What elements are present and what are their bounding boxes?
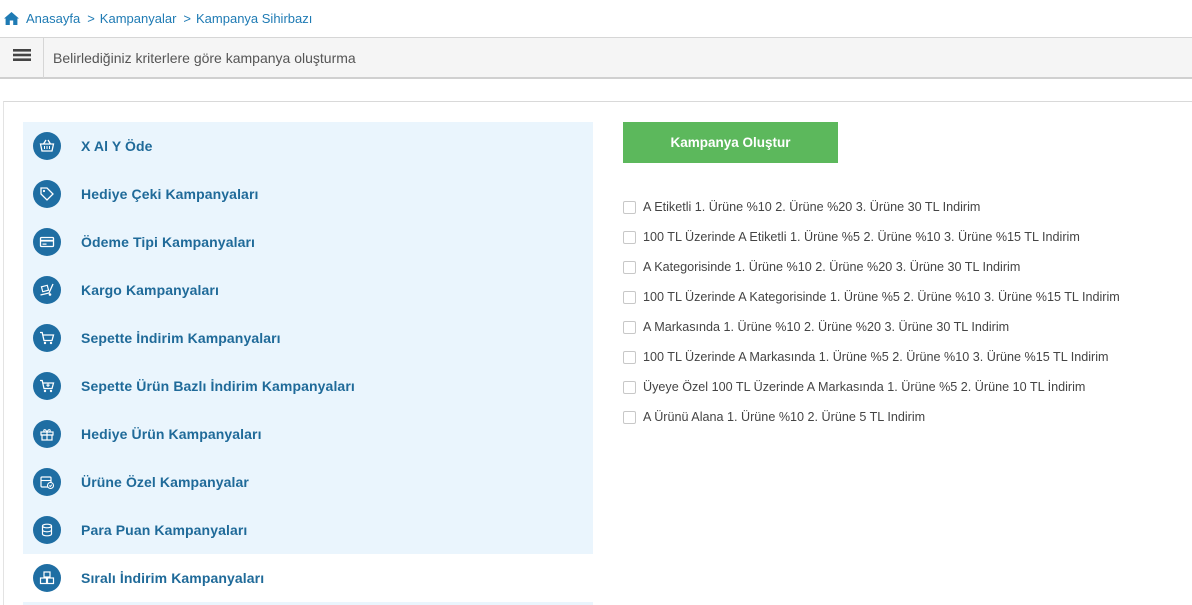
option-checkbox[interactable] [623, 410, 636, 424]
option-checkbox[interactable] [623, 230, 636, 244]
campaign-type-x-al-y-ode[interactable]: X Al Y Öde [23, 122, 593, 170]
campaign-options-list: A Etiketli 1. Ürüne %10 2. Ürüne %20 3. … [623, 192, 1183, 432]
option-label: A Etiketli 1. Ürüne %10 2. Ürüne %20 3. … [643, 200, 981, 214]
campaign-option[interactable]: A Kategorisinde 1. Ürüne %10 2. Ürüne %2… [623, 252, 1183, 282]
campaign-type-label: Kargo Kampanyaları [81, 282, 219, 298]
stacked-boxes-icon [33, 564, 61, 592]
campaign-type-product-specific[interactable]: Ürüne Özel Kampanyalar [23, 458, 593, 506]
campaign-option[interactable]: 100 TL Üzerinde A Markasında 1. Ürüne %5… [623, 342, 1183, 372]
coins-icon [33, 516, 61, 544]
campaign-type-label: Hediye Çeki Kampanyaları [81, 186, 259, 202]
gift-icon [33, 420, 61, 448]
breadcrumb: Anasayfa > Kampanyalar > Kampanya Sihirb… [0, 0, 1192, 37]
cart-icon [33, 324, 61, 352]
campaign-type-label: Sepette İndirim Kampanyaları [81, 330, 281, 346]
option-label: A Ürünü Alana 1. Ürüne %10 2. Ürüne 5 TL… [643, 410, 926, 424]
campaign-type-sequential-discount[interactable]: Sıralı İndirim Kampanyaları [23, 554, 593, 602]
campaign-option[interactable]: 100 TL Üzerinde A Etiketli 1. Ürüne %5 2… [623, 222, 1183, 252]
option-label: 100 TL Üzerinde A Markasında 1. Ürüne %5… [643, 350, 1109, 364]
hamburger-icon [12, 48, 31, 67]
create-campaign-button[interactable]: Kampanya Oluştur [623, 122, 838, 163]
option-checkbox[interactable] [623, 200, 636, 214]
campaign-type-gift-product[interactable]: Hediye Ürün Kampanyaları [23, 410, 593, 458]
campaign-type-label: Sepette Ürün Bazlı İndirim Kampanyaları [81, 378, 355, 394]
campaign-type-label: Hediye Ürün Kampanyaları [81, 426, 262, 442]
campaign-option[interactable]: Üyeye Özel 100 TL Üzerinde A Markasında … [623, 372, 1183, 402]
campaign-type-money-points[interactable]: Para Puan Kampanyaları [23, 506, 593, 554]
breadcrumb-campaigns-link[interactable]: Kampanyalar [100, 11, 177, 26]
credit-card-icon [33, 228, 61, 256]
campaign-option[interactable]: A Markasında 1. Ürüne %10 2. Ürüne %20 3… [623, 312, 1183, 342]
breadcrumb-wizard-link[interactable]: Kampanya Sihirbazı [196, 11, 312, 26]
campaign-type-shipping[interactable]: Kargo Kampanyaları [23, 266, 593, 314]
option-checkbox[interactable] [623, 320, 636, 334]
cart-plus-icon [33, 372, 61, 400]
campaign-type-gift-voucher[interactable]: Hediye Çeki Kampanyaları [23, 170, 593, 218]
option-label: 100 TL Üzerinde A Kategorisinde 1. Ürüne… [643, 290, 1120, 304]
campaign-type-payment[interactable]: Ödeme Tipi Kampanyaları [23, 218, 593, 266]
campaign-type-label: X Al Y Öde [81, 138, 153, 154]
campaign-option[interactable]: 100 TL Üzerinde A Kategorisinde 1. Ürüne… [623, 282, 1183, 312]
option-checkbox[interactable] [623, 350, 636, 364]
option-checkbox[interactable] [623, 290, 636, 304]
option-checkbox[interactable] [623, 380, 636, 394]
option-label: 100 TL Üzerinde A Etiketli 1. Ürüne %5 2… [643, 230, 1080, 244]
option-label: A Markasında 1. Ürüne %10 2. Ürüne %20 3… [643, 320, 1010, 334]
campaign-type-label: Sıralı İndirim Kampanyaları [81, 570, 265, 586]
breadcrumb-home-link[interactable]: Anasayfa [26, 11, 80, 26]
campaign-option[interactable]: A Ürünü Alana 1. Ürüne %10 2. Ürüne 5 TL… [623, 402, 1183, 432]
cargo-dolly-icon [33, 276, 61, 304]
campaign-option[interactable]: A Etiketli 1. Ürüne %10 2. Ürüne %20 3. … [623, 192, 1183, 222]
menu-toggle-button[interactable] [0, 37, 44, 78]
campaign-type-label: Para Puan Kampanyaları [81, 522, 248, 538]
product-badge-icon [33, 468, 61, 496]
page-header: Belirlediğiniz kriterlere göre kampanya … [0, 37, 1192, 79]
basket-icon [33, 132, 61, 160]
campaign-type-cart-product-discount[interactable]: Sepette Ürün Bazlı İndirim Kampanyaları [23, 362, 593, 410]
campaign-type-label: Ürüne Özel Kampanyalar [81, 474, 249, 490]
breadcrumb-separator: > [183, 11, 191, 26]
campaign-type-label: Ödeme Tipi Kampanyaları [81, 234, 255, 250]
campaign-type-list: X Al Y Öde Hediye Çeki Kampanyaları Ödem… [23, 122, 593, 605]
tag-icon [33, 180, 61, 208]
option-label: A Kategorisinde 1. Ürüne %10 2. Ürüne %2… [643, 260, 1021, 274]
option-checkbox[interactable] [623, 260, 636, 274]
home-icon[interactable] [3, 11, 20, 26]
campaign-type-cart-discount[interactable]: Sepette İndirim Kampanyaları [23, 314, 593, 362]
breadcrumb-separator: > [87, 11, 95, 26]
option-label: Üyeye Özel 100 TL Üzerinde A Markasında … [643, 380, 1086, 394]
page-description: Belirlediğiniz kriterlere göre kampanya … [53, 49, 356, 66]
